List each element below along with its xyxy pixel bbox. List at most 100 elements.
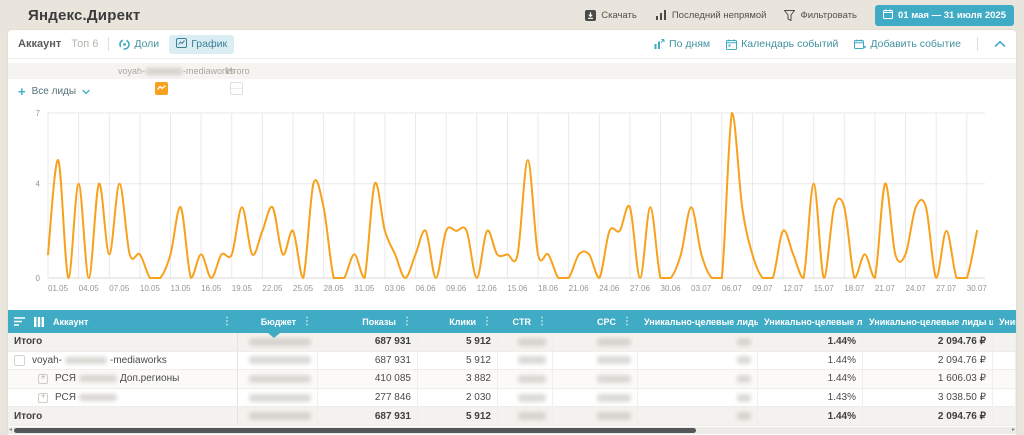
column-header-clicks[interactable]: Клики ⋮ bbox=[418, 310, 498, 333]
column-header-extra[interactable]: Уникал bbox=[993, 310, 1016, 333]
cell-clicks: 5 912 bbox=[418, 407, 498, 425]
column-header-leads_cost[interactable]: Уникально-целевые лиды цена⋮ bbox=[863, 310, 993, 333]
page-title: Яндекс.Директ bbox=[28, 7, 140, 24]
column-header-impressions[interactable]: Показы⋮ bbox=[318, 310, 418, 333]
redacted-value bbox=[737, 394, 751, 402]
sort-filter-icon[interactable] bbox=[14, 317, 25, 327]
table-row[interactable]: РСЯДоп.регионы410 0853 8821.44%1 606.03 … bbox=[8, 370, 1016, 389]
column-header-leads_pct[interactable]: Уникально-целевые лиды %⋮ bbox=[758, 310, 863, 333]
column-header-ctr[interactable]: CTR⋮ bbox=[498, 310, 553, 333]
page-header: Яндекс.Директ Скачать Последний непрямой… bbox=[0, 0, 1024, 30]
column-label: Клики bbox=[424, 317, 476, 327]
cell-leads_cost: 2 094.76 ₽ bbox=[863, 352, 993, 370]
x-tick-label: 30.06 bbox=[661, 284, 682, 293]
collapse-chevron-up-icon[interactable] bbox=[994, 40, 1006, 48]
cell-ctr bbox=[498, 333, 553, 351]
column-menu-icon[interactable]: ⋮ bbox=[482, 316, 492, 327]
redacted-value bbox=[249, 394, 311, 402]
cell-budget bbox=[238, 389, 318, 407]
x-tick-label: 27.06 bbox=[630, 284, 651, 293]
legend-series-total: Итого bbox=[226, 66, 250, 76]
x-tick-label: 28.05 bbox=[324, 284, 345, 293]
shares-tab[interactable]: Доли bbox=[119, 38, 159, 50]
add-metric-button[interactable]: + Все лиды bbox=[18, 82, 90, 100]
card-toolbar: Аккаунт Топ 6 Доли График По дням Календ… bbox=[8, 30, 1016, 59]
x-tick-label: 18.07 bbox=[844, 284, 865, 293]
plus-icon: + bbox=[18, 85, 26, 98]
column-header-cpc[interactable]: CPC⋮ bbox=[553, 310, 638, 333]
scroll-left-icon[interactable]: ◂ bbox=[9, 427, 12, 434]
column-header-unique_target_leads[interactable]: Уникально-целевые лиды⋮ bbox=[638, 310, 758, 333]
redacted-value bbox=[518, 412, 546, 420]
expand-icon[interactable] bbox=[38, 374, 48, 384]
cell-leads_pct: 1.44% bbox=[758, 333, 863, 351]
x-tick-label: 12.06 bbox=[477, 284, 498, 293]
cell-clicks: 2 030 bbox=[418, 389, 498, 407]
x-tick-label: 03.06 bbox=[385, 284, 406, 293]
attribution-model-button[interactable]: Последний непрямой bbox=[655, 10, 767, 21]
cell-cpc bbox=[553, 370, 638, 388]
x-tick-label: 21.07 bbox=[875, 284, 896, 293]
cell-leads_pct: 1.44% bbox=[758, 370, 863, 388]
scrollbar-thumb[interactable] bbox=[14, 428, 696, 433]
x-tick-label: 07.05 bbox=[109, 284, 130, 293]
x-tick-label: 19.05 bbox=[232, 284, 253, 293]
column-menu-icon[interactable]: ⋮ bbox=[222, 316, 232, 327]
x-tick-label: 01.05 bbox=[48, 284, 69, 293]
bar-chart-icon bbox=[655, 10, 667, 21]
table-row[interactable]: Итого687 9315 9121.44%2 094.76 ₽ bbox=[8, 333, 1016, 352]
sparkline-glyph bbox=[157, 84, 166, 92]
cell-extra bbox=[993, 352, 1016, 370]
column-menu-icon[interactable]: ⋮ bbox=[537, 316, 547, 327]
account-label: Доп.регионы bbox=[120, 373, 179, 384]
cell-leads_pct: 1.43% bbox=[758, 389, 863, 407]
cell-value: 2 094.76 ₽ bbox=[938, 355, 986, 366]
column-menu-icon[interactable]: ⋮ bbox=[622, 316, 632, 327]
column-header-account[interactable]: Аккаунт⋮ bbox=[8, 310, 238, 333]
header-actions: Скачать Последний непрямой Фильтровать 0… bbox=[585, 5, 1014, 26]
chart-tab[interactable]: График bbox=[169, 35, 234, 54]
x-tick-label: 04.05 bbox=[79, 284, 100, 293]
chevron-down-icon[interactable] bbox=[82, 82, 90, 100]
table-row[interactable]: РСЯ277 8462 0301.43%3 038.50 ₽ bbox=[8, 389, 1016, 408]
cell-value: 1.44% bbox=[828, 336, 856, 347]
series-total-checkbox[interactable] bbox=[230, 82, 243, 95]
column-menu-icon[interactable]: ⋮ bbox=[402, 316, 412, 327]
add-event-button[interactable]: Добавить событие bbox=[854, 38, 961, 50]
table-row[interactable]: Итого687 9315 9121.44%2 094.76 ₽ bbox=[8, 407, 1016, 426]
horizontal-scrollbar[interactable]: ◂ ▸ bbox=[8, 427, 1016, 434]
cell-value: 1.44% bbox=[828, 411, 856, 422]
column-header-budget[interactable]: Бюджет⋮ bbox=[238, 310, 318, 333]
column-label: Уникально-целевые лиды цена bbox=[869, 317, 993, 327]
x-tick-label: 21.06 bbox=[569, 284, 590, 293]
table-row[interactable]: voyah--mediaworks687 9315 9121.44%2 094.… bbox=[8, 352, 1016, 371]
cell-value: 1 606.03 ₽ bbox=[938, 373, 986, 384]
cell-unique_target_leads bbox=[638, 389, 758, 407]
metric-selector[interactable]: Все лиды bbox=[32, 86, 76, 97]
download-icon bbox=[585, 10, 596, 21]
events-calendar-button[interactable]: Календарь событий bbox=[726, 38, 838, 50]
column-menu-icon[interactable]: ⋮ bbox=[302, 316, 312, 327]
cell-leads_cost: 2 094.76 ₽ bbox=[863, 407, 993, 425]
date-range-button[interactable]: 01 мая — 31 июля 2025 bbox=[875, 5, 1014, 26]
cell-ctr bbox=[498, 352, 553, 370]
redacted-value bbox=[518, 338, 546, 346]
download-button[interactable]: Скачать bbox=[585, 10, 637, 21]
by-days-button[interactable]: По дням bbox=[654, 38, 710, 50]
series-voyah-checkbox[interactable] bbox=[155, 82, 168, 95]
cell-leads_cost: 3 038.50 ₽ bbox=[863, 389, 993, 407]
x-tick-label: 03.07 bbox=[691, 284, 712, 293]
filter-button[interactable]: Фильтровать bbox=[784, 10, 857, 21]
cell-value: 410 085 bbox=[375, 373, 411, 384]
x-tick-label: 09.06 bbox=[446, 284, 467, 293]
row-checkbox[interactable] bbox=[14, 355, 25, 366]
expand-icon[interactable] bbox=[38, 393, 48, 403]
account-label: РСЯ bbox=[55, 392, 76, 403]
scroll-right-icon[interactable]: ▸ bbox=[1012, 427, 1015, 434]
y-tick-label: 0 bbox=[36, 274, 41, 283]
columns-icon[interactable] bbox=[34, 317, 44, 327]
top-n-label: Топ 6 bbox=[71, 38, 98, 50]
pie-icon bbox=[119, 39, 130, 50]
cell-account: РСЯ bbox=[8, 389, 238, 407]
calendar-icon bbox=[883, 9, 893, 22]
